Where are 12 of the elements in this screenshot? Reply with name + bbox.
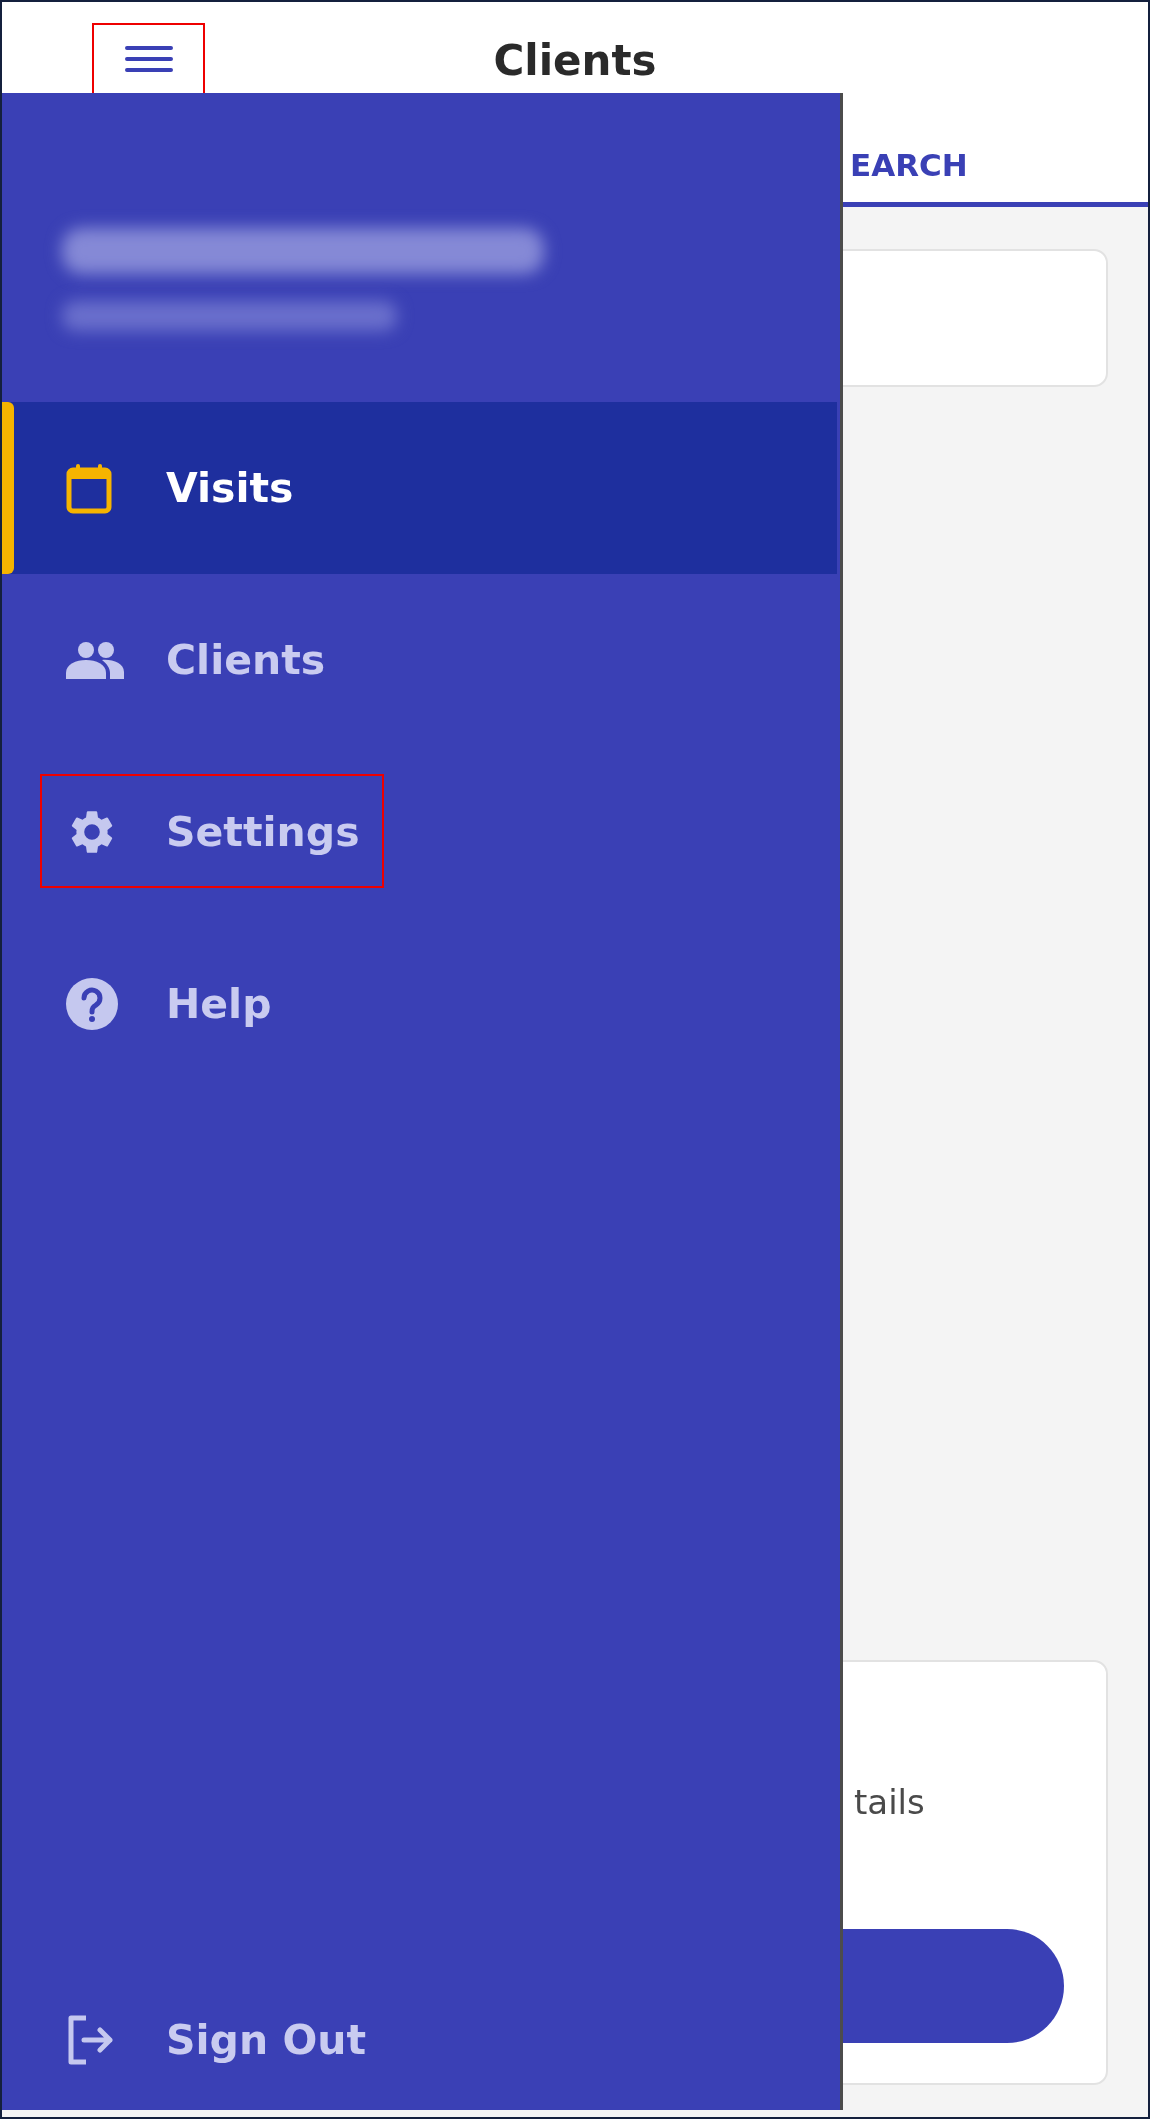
nav-item[interactable]: Settings: [2, 746, 837, 918]
help-icon: [66, 978, 118, 1030]
sign-out-icon: [66, 2015, 114, 2065]
menu-icon: [124, 45, 173, 73]
nav-item[interactable]: Clients: [2, 574, 837, 746]
nav-item[interactable]: Help: [2, 918, 837, 1090]
calendar-icon: [66, 462, 112, 514]
nav-item[interactable]: Visits: [2, 402, 837, 574]
people-icon: [66, 641, 124, 679]
sign-out-item[interactable]: Sign Out: [2, 1970, 837, 2110]
card-text: tails: [854, 1782, 925, 1822]
page-title: Clients: [493, 36, 657, 85]
